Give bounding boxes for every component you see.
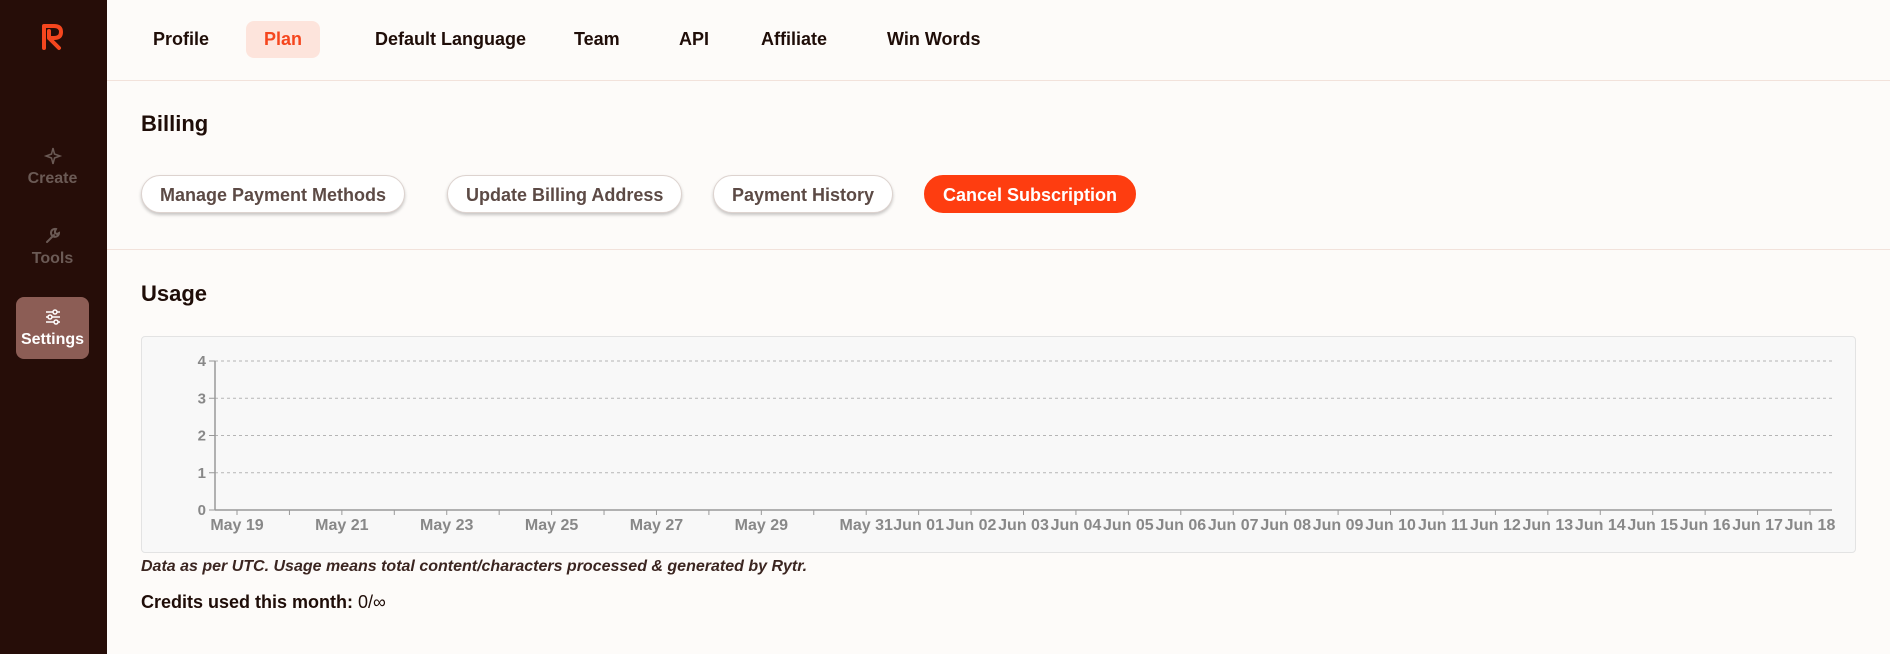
x-tick-label: Jun 16 xyxy=(1680,517,1731,534)
tab-plan[interactable]: Plan xyxy=(246,21,321,58)
x-tick-label: May 19 xyxy=(210,517,263,534)
y-tick-label: 0 xyxy=(198,502,206,519)
sliders-icon xyxy=(45,309,60,325)
y-tick-label: 1 xyxy=(198,465,206,482)
manage-payment-methods-button[interactable]: Manage Payment Methods xyxy=(141,175,406,213)
billing-heading: Billing xyxy=(141,111,209,136)
x-tick-label: Jun 02 xyxy=(946,517,997,534)
x-tick-label: May 25 xyxy=(525,517,578,534)
x-tick-label: Jun 14 xyxy=(1575,517,1626,534)
sidebar-item-settings[interactable]: Settings xyxy=(16,297,89,359)
x-tick-label: May 23 xyxy=(420,517,473,534)
tab-profile[interactable]: Profile xyxy=(135,21,227,58)
logo-icon xyxy=(42,24,63,50)
x-tick-label: Jun 05 xyxy=(1103,517,1154,534)
rytr-logo[interactable] xyxy=(40,22,66,52)
tab-api[interactable]: API xyxy=(661,21,727,58)
section-divider xyxy=(107,249,1890,250)
x-tick-label: May 29 xyxy=(735,517,788,534)
y-tick-label: 3 xyxy=(198,390,206,407)
tab-default-language[interactable]: Default Language xyxy=(357,21,544,58)
x-tick-label: Jun 11 xyxy=(1418,517,1468,534)
x-tick-label: Jun 06 xyxy=(1155,517,1206,534)
x-tick-label: Jun 07 xyxy=(1208,517,1259,534)
sparkle-icon xyxy=(43,147,62,165)
sidebar: Create Tools Settings xyxy=(0,0,107,654)
settings-tabs: Profile Plan Default Language Team API A… xyxy=(107,0,1890,81)
sidebar-item-create[interactable]: Create xyxy=(16,136,89,198)
usage-heading: Usage xyxy=(141,281,208,306)
usage-chart-svg: 0 1 2 3 4 May 19 May 21 May 23 May 25 May 27 May 2… xyxy=(198,353,1836,534)
sidebar-item-tools[interactable]: Tools xyxy=(16,216,89,278)
credits-used: Credits used this month: 0/∞ xyxy=(141,592,386,613)
x-tick-label: Jun 09 xyxy=(1313,517,1364,534)
update-billing-address-button[interactable]: Update Billing Address xyxy=(447,175,683,213)
x-tick-label: Jun 10 xyxy=(1365,517,1416,534)
x-tick-label: Jun 01 xyxy=(893,517,944,534)
credits-value: 0/∞ xyxy=(358,592,386,612)
sidebar-item-label: Settings xyxy=(20,331,85,348)
tab-win-words[interactable]: Win Words xyxy=(869,21,999,58)
x-tick-label: Jun 15 xyxy=(1627,517,1678,534)
credits-label: Credits used this month: xyxy=(141,592,354,612)
wrench-icon xyxy=(45,227,60,243)
x-tick-label: May 31 xyxy=(840,517,893,534)
x-tick-label: May 21 xyxy=(315,517,368,534)
tab-affiliate[interactable]: Affiliate xyxy=(743,21,845,58)
x-tick-label: Jun 18 xyxy=(1785,517,1836,534)
payment-history-button[interactable]: Payment History xyxy=(713,175,894,213)
y-tick-label: 2 xyxy=(198,428,206,445)
x-tick-label: Jun 04 xyxy=(1051,517,1102,534)
x-tick-label: Jun 08 xyxy=(1260,517,1311,534)
x-tick-label: Jun 03 xyxy=(998,517,1049,534)
x-tick-label: Jun 13 xyxy=(1522,517,1573,534)
sidebar-item-label: Create xyxy=(27,170,78,187)
x-tick-label: Jun 17 xyxy=(1732,517,1783,534)
usage-chart: 0 1 2 3 4 May 19 May 21 May 23 May 25 May 27 May 2… xyxy=(141,336,1856,553)
x-tick-label: Jun 12 xyxy=(1470,517,1521,534)
sidebar-item-label: Tools xyxy=(31,250,74,267)
tab-team[interactable]: Team xyxy=(556,21,638,58)
y-tick-label: 4 xyxy=(198,353,207,370)
x-tick-label: May 27 xyxy=(630,517,683,534)
cancel-subscription-button[interactable]: Cancel Subscription xyxy=(924,175,1137,213)
usage-note: Data as per UTC. Usage means total conte… xyxy=(141,558,808,575)
